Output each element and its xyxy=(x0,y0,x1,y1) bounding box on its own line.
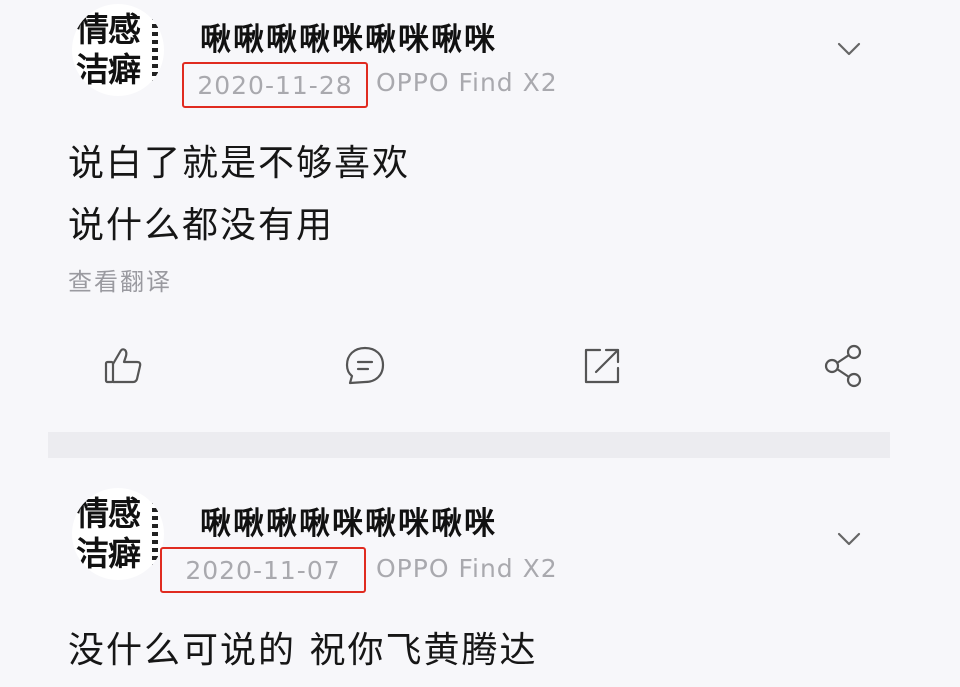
comment-icon[interactable] xyxy=(341,338,389,394)
avatar[interactable]: 情感 洁癖 xyxy=(72,4,164,96)
post-date: 2020-11-07 xyxy=(185,555,341,585)
section-divider xyxy=(48,432,890,458)
comment-card: 情感 洁癖 啾啾啾啾咪啾咪啾咪 2020-11-28 OPPO Find X2 … xyxy=(0,0,960,430)
device-name: OPPO Find X2 xyxy=(376,68,558,97)
avatar[interactable]: 情感 洁癖 xyxy=(72,488,164,580)
share-icon[interactable] xyxy=(820,338,868,394)
username[interactable]: 啾啾啾啾咪啾咪啾咪 xyxy=(200,14,497,59)
date-highlight-box: 2020-11-07 xyxy=(160,547,366,593)
comment-card: 情感 洁癖 啾啾啾啾咪啾咪啾咪 2020-11-07 OPPO Find X2 … xyxy=(0,458,960,687)
action-bar xyxy=(0,338,960,394)
forward-icon[interactable] xyxy=(578,338,626,394)
date-highlight-box: 2020-11-28 xyxy=(182,62,368,108)
avatar-text-line: 洁癖 xyxy=(76,50,141,89)
chevron-down-icon[interactable] xyxy=(836,36,862,62)
comment-text-line: 说什么都没有用 xyxy=(68,205,335,246)
avatar-decoration xyxy=(152,500,158,570)
device-name: OPPO Find X2 xyxy=(376,554,558,583)
translate-link[interactable]: 查看翻译 xyxy=(68,262,172,297)
chevron-down-icon[interactable] xyxy=(836,526,862,552)
comment-text-line: 说白了就是不够喜欢 xyxy=(68,143,411,184)
post-date: 2020-11-28 xyxy=(197,70,353,100)
username[interactable]: 啾啾啾啾咪啾咪啾咪 xyxy=(200,498,497,543)
avatar-text-line: 情感 xyxy=(76,10,141,49)
avatar-decoration xyxy=(152,16,158,86)
thumbs-up-icon[interactable] xyxy=(100,338,148,394)
avatar-text-line: 洁癖 xyxy=(76,534,141,573)
comment-text-line: 没什么可说的 祝你飞黄腾达 xyxy=(68,630,538,671)
avatar-text-line: 情感 xyxy=(76,494,141,533)
